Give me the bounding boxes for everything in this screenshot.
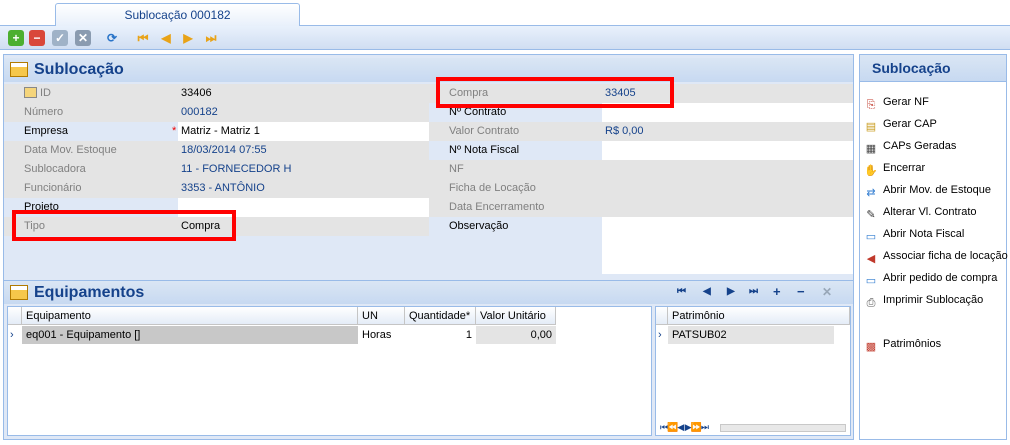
patrimonio-grid: Patrimônio › PATSUB02 ⏮⏪◀ ▶⏩⏭ bbox=[655, 306, 851, 436]
first-record-button[interactable]: ⏮ bbox=[135, 30, 151, 46]
row-indicator-icon: › bbox=[658, 329, 662, 341]
associar-ficha-icon: ◀ bbox=[866, 253, 876, 265]
patrimonios-action[interactable]: ▩ Patrimônios bbox=[864, 335, 941, 353]
imprimir-sublocacao-action[interactable]: ⎙ Imprimir Sublocação bbox=[864, 291, 984, 309]
sublocadora-label: Sublocadora bbox=[4, 160, 179, 179]
associar-ficha-action[interactable]: ◀ Associar ficha de locação bbox=[864, 247, 1008, 265]
compra-highlight bbox=[436, 77, 674, 108]
grid-add-icon[interactable]: + bbox=[773, 284, 781, 299]
last-record-button[interactable]: ⏭ bbox=[203, 30, 219, 46]
empresa-label: Empresa bbox=[4, 122, 179, 141]
confirm-button[interactable]: ✓ bbox=[52, 30, 68, 46]
funcionario-value: 3353 - ANTÔNIO bbox=[178, 179, 429, 198]
nota-fiscal-label: Nº Nota Fiscal bbox=[429, 141, 602, 160]
alterar-contrato-icon: ✎ bbox=[866, 209, 876, 221]
gerar-nf-action[interactable]: ⎘ Gerar NF bbox=[864, 93, 929, 111]
sublocadora-value: 11 - FORNECEDOR H bbox=[178, 160, 429, 179]
numero-label: Número bbox=[4, 103, 179, 122]
col-patrimonio[interactable]: Patrimônio bbox=[668, 307, 850, 325]
data-encerramento-value bbox=[602, 198, 853, 217]
nota-fiscal-field[interactable] bbox=[602, 141, 853, 160]
actions-title: Sublocação bbox=[860, 55, 1006, 82]
add-button[interactable]: + bbox=[8, 30, 24, 46]
equipamentos-title: Equipamentos bbox=[34, 284, 145, 301]
toolbar: + − ✓ ✕ ⟳ ⏮ ◀ ▶ ⏭ bbox=[0, 26, 1010, 50]
col-equipamento[interactable]: Equipamento bbox=[22, 307, 358, 325]
ficha-locacao-label: Ficha de Locação bbox=[429, 179, 602, 198]
pedido-compra-icon: ▭ bbox=[865, 275, 877, 287]
cell-patrimonio[interactable]: PATSUB02 bbox=[668, 326, 834, 344]
cell-equipamento[interactable]: eq001 - Equipamento [] bbox=[22, 326, 358, 344]
data-mov-label: Data Mov. Estoque bbox=[4, 141, 179, 160]
next-record-button[interactable]: ▶ bbox=[180, 30, 196, 46]
sublocacao-title: Sublocação bbox=[34, 61, 124, 78]
caps-geradas-action[interactable]: ▦ CAPs Geradas bbox=[864, 137, 957, 155]
nf-value bbox=[602, 160, 853, 179]
alterar-contrato-action[interactable]: ✎ Alterar Vl. Contrato bbox=[864, 203, 976, 221]
abrir-mov-estoque-action[interactable]: ⇄ Abrir Mov. de Estoque bbox=[864, 181, 991, 199]
gerar-nf-icon: ⎘ bbox=[866, 99, 876, 111]
actions-panel: Sublocação ⎘ Gerar NF ▤ Gerar CAP ▦ CAPs Ge… bbox=[859, 54, 1008, 440]
gerar-cap-icon: ▤ bbox=[865, 121, 877, 133]
grid-first-icon[interactable]: ⏮ bbox=[677, 286, 686, 297]
patrimonios-icon: ▩ bbox=[865, 341, 877, 353]
grid-last-icon[interactable]: ⏭ bbox=[749, 286, 758, 297]
prev-record-button[interactable]: ◀ bbox=[158, 30, 174, 46]
required-marker: * bbox=[172, 125, 177, 137]
tab-bar: Sublocação 000182 bbox=[0, 0, 1010, 26]
refresh-button[interactable]: ⟳ bbox=[104, 30, 120, 46]
grid-remove-icon[interactable]: − bbox=[797, 284, 805, 299]
main-panel: Sublocação ID 33406 Número 000182 Empres… bbox=[3, 54, 854, 440]
cell-quantidade[interactable]: 1 bbox=[405, 326, 476, 344]
gerar-cap-action[interactable]: ▤ Gerar CAP bbox=[864, 115, 937, 133]
cell-valor-unitario[interactable]: 0,00 bbox=[476, 326, 556, 344]
data-encerramento-label: Data Encerramento bbox=[429, 198, 602, 217]
observacao-label: Observação bbox=[429, 217, 602, 236]
col-valor-unitario[interactable]: Valor Unitário bbox=[476, 307, 556, 325]
nota-fiscal-icon: ▭ bbox=[865, 231, 877, 243]
col-quantidade[interactable]: Quantidade* bbox=[405, 307, 476, 325]
encerrar-icon: ✋ bbox=[864, 165, 878, 177]
valor-contrato-value: R$ 0,00 bbox=[602, 122, 853, 141]
grid-prev-icon[interactable]: ◀ bbox=[703, 286, 711, 297]
abrir-pedido-compra-action[interactable]: ▭ Abrir pedido de compra bbox=[864, 269, 998, 287]
valor-contrato-label: Valor Contrato bbox=[429, 122, 602, 141]
equipamentos-header: Equipamentos ⏮ ◀ ▶ ⏭ + − ✕ bbox=[4, 280, 853, 304]
patrimonio-pager[interactable]: ⏮⏪◀ ▶⏩⏭ bbox=[660, 422, 709, 433]
grid-next-icon[interactable]: ▶ bbox=[727, 286, 735, 297]
remove-button[interactable]: − bbox=[29, 30, 45, 46]
patrimonio-scrollbar[interactable] bbox=[720, 424, 846, 432]
table-icon bbox=[10, 62, 28, 77]
id-label: ID bbox=[4, 84, 179, 103]
id-value: 33406 bbox=[178, 84, 429, 103]
encerrar-action[interactable]: ✋ Encerrar bbox=[864, 159, 925, 177]
tipo-highlight bbox=[12, 210, 236, 241]
nf-label: NF bbox=[429, 160, 602, 179]
caps-geradas-icon: ▦ bbox=[865, 143, 877, 155]
empresa-field[interactable]: Matriz - Matriz 1 bbox=[178, 122, 429, 141]
cell-un[interactable]: Horas bbox=[358, 326, 405, 344]
printer-icon: ⎙ bbox=[866, 297, 876, 309]
funcionario-label: Funcionário bbox=[4, 179, 179, 198]
numero-value: 000182 bbox=[178, 103, 429, 122]
abrir-nota-fiscal-action[interactable]: ▭ Abrir Nota Fiscal bbox=[864, 225, 965, 243]
data-mov-value: 18/03/2014 07:55 bbox=[178, 141, 429, 160]
cancel-button[interactable]: ✕ bbox=[75, 30, 91, 46]
row-indicator-icon: › bbox=[10, 329, 14, 341]
observacao-field[interactable] bbox=[602, 217, 853, 274]
col-un[interactable]: UN bbox=[358, 307, 405, 325]
ficha-locacao-value bbox=[602, 179, 853, 198]
table-icon bbox=[10, 285, 28, 300]
tab-sublocacao[interactable]: Sublocação 000182 bbox=[55, 3, 300, 26]
sublocacao-header: Sublocação bbox=[4, 58, 853, 82]
equipamentos-grid: Equipamento UN Quantidade* Valor Unitári… bbox=[7, 306, 652, 436]
grid-delete-icon[interactable]: ✕ bbox=[822, 285, 832, 299]
mov-estoque-icon: ⇄ bbox=[866, 187, 876, 199]
